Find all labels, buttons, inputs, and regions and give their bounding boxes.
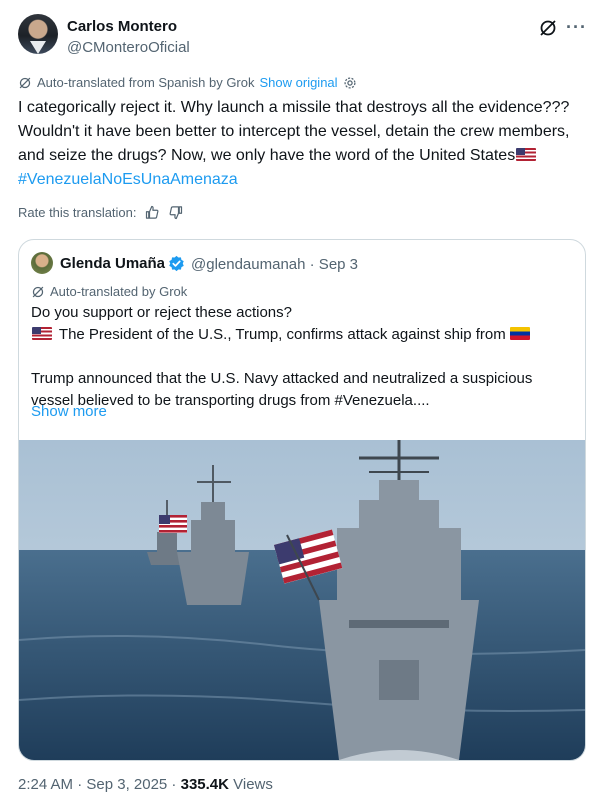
tweet-text: I categorically reject it. Why launch a … [18, 96, 588, 192]
us-flag-icon [32, 327, 52, 340]
rate-label: Rate this translation: [18, 205, 137, 220]
tweet-meta: 2:24 AM · Sep 3, 2025 · 335.4K Views [18, 776, 273, 793]
venezuela-flag-icon [509, 327, 530, 340]
quoted-tweet[interactable]: Glenda Umaña @glendaumanah · Sep 3 Auto-… [18, 239, 586, 761]
translation-label: Auto-translated from Spanish by Grok [37, 75, 255, 90]
author-name[interactable]: Carlos Montero [67, 18, 177, 35]
quote-text: Do you support or reject these actions? … [31, 302, 571, 412]
views-count: 335.4K [180, 776, 229, 793]
author-avatar[interactable] [18, 14, 58, 54]
quote-translation-label: Auto-translated by Grok [50, 284, 188, 299]
quote-line-2: The President of the U.S., Trump, confir… [31, 324, 571, 346]
quote-line-1: Do you support or reject these actions? [31, 304, 292, 321]
settings-icon[interactable] [343, 76, 357, 90]
us-flag-icon [516, 148, 537, 161]
views-label: Views [228, 776, 273, 793]
quote-line-2-text: The President of the U.S., Trump, confir… [58, 326, 506, 343]
quote-paragraph-2: Trump announced that the U.S. Navy attac… [31, 370, 533, 409]
grok-icon [19, 77, 31, 88]
tweet-body: I categorically reject it. Why launch a … [18, 99, 570, 164]
thumbs-up-icon[interactable] [145, 205, 160, 220]
more-icon[interactable]: ··· [566, 17, 587, 38]
navy-ships-image[interactable] [19, 440, 585, 760]
grok-icon [32, 286, 44, 297]
tweet-timestamp[interactable]: 2:24 AM · Sep 3, 2025 · [18, 776, 181, 793]
hashtag-link[interactable]: #VenezuelaNoEsUnaAmenaza [18, 171, 238, 188]
quote-avatar[interactable] [31, 252, 53, 274]
quote-handle-date[interactable]: @glendaumanah · Sep 3 [191, 256, 358, 273]
quote-author-name[interactable]: Glenda Umaña [60, 255, 165, 272]
verified-badge-icon [168, 255, 185, 272]
grok-icon[interactable] [538, 18, 558, 38]
translation-notice: Auto-translated from Spanish by Grok Sho… [18, 75, 357, 90]
rate-translation: Rate this translation: [18, 205, 183, 220]
author-handle[interactable]: @CMonteroOficial [67, 39, 190, 56]
quote-translation-notice: Auto-translated by Grok [31, 284, 187, 299]
thumbs-down-icon[interactable] [168, 205, 183, 220]
show-more-link[interactable]: Show more [31, 403, 107, 420]
show-original-link[interactable]: Show original [260, 75, 338, 90]
